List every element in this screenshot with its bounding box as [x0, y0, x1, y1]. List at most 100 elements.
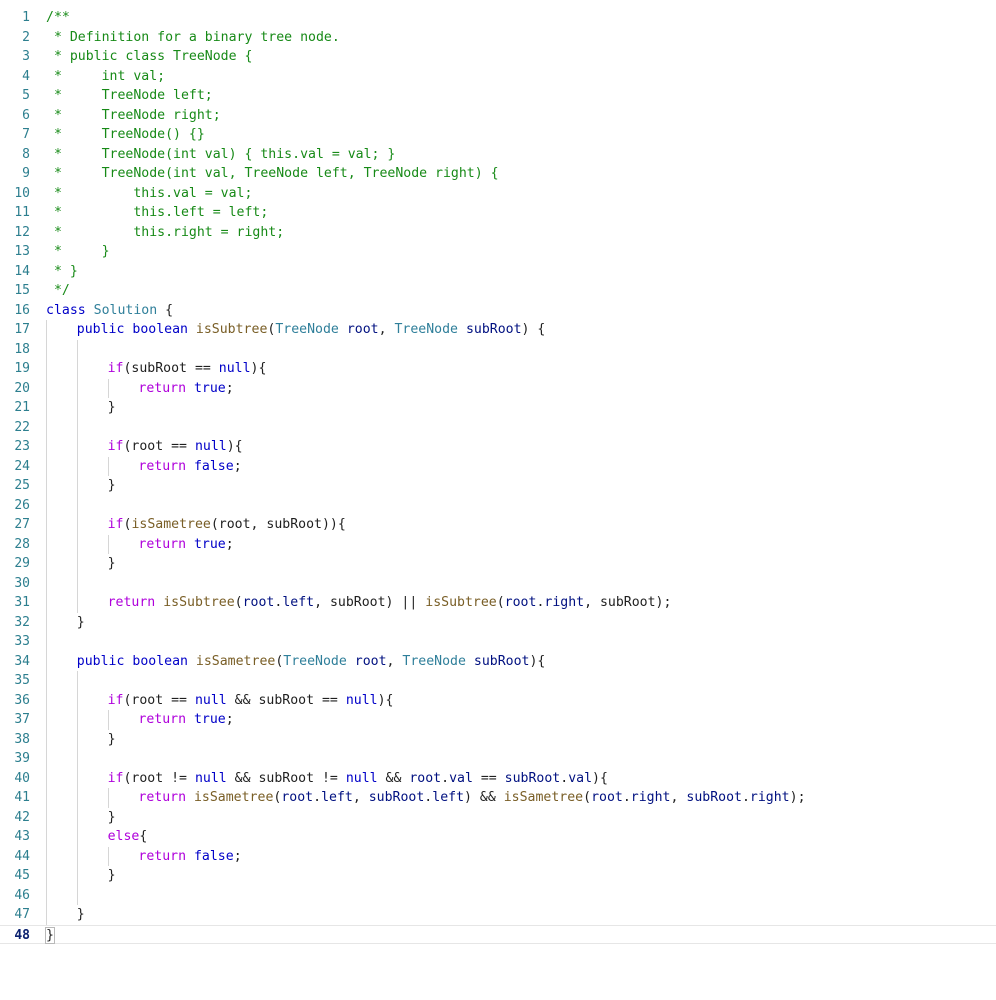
code-token: return: [138, 380, 187, 396]
indent-guide: [46, 768, 47, 788]
code-line[interactable]: 8 * TreeNode(int val) { this.val = val; …: [0, 145, 996, 165]
code-line[interactable]: 26: [0, 495, 996, 515]
code-line[interactable]: 31 return isSubtree(root.left, subRoot) |…: [0, 593, 996, 613]
code-line[interactable]: 47}: [0, 905, 996, 925]
code-line[interactable]: 34 public boolean isSametree(TreeNode roo…: [0, 651, 996, 671]
code-line[interactable]: 7 * TreeNode() {}: [0, 125, 996, 145]
indent-guide: [76, 456, 78, 476]
code-line[interactable]: 42}: [0, 807, 996, 827]
code-line[interactable]: 43 else{: [0, 827, 996, 847]
code-line[interactable]: 13 * }: [0, 242, 996, 262]
code-line[interactable]: 27 if(isSametree(root, subRoot)){: [0, 515, 996, 535]
code-line[interactable]: 9 * TreeNode(int val, TreeNode left, Tre…: [0, 164, 996, 184]
code-line[interactable]: 22: [0, 417, 996, 437]
code-line[interactable]: 40 if(root != null && subRoot != null && …: [0, 768, 996, 788]
code-line[interactable]: 17 public boolean isSubtree(TreeNode root…: [0, 320, 996, 340]
code-line[interactable]: 21}: [0, 398, 996, 418]
code-line[interactable]: 19 if(subRoot == null){: [0, 359, 996, 379]
code-line[interactable]: 33: [0, 632, 996, 652]
code-line[interactable]: 4 * int val;: [0, 67, 996, 87]
code-line[interactable]: 48}: [0, 924, 996, 944]
code-token: .: [313, 790, 322, 805]
code-line[interactable]: 14 * }: [0, 262, 996, 282]
code-line[interactable]: 36 if(root == null && subRoot == null){: [0, 690, 996, 710]
code-line[interactable]: 5 * TreeNode left;: [0, 86, 996, 106]
code-token: true: [193, 380, 226, 396]
code-token: ;: [225, 712, 234, 727]
code-token: {: [157, 302, 174, 318]
code-text: * this.val = val;: [46, 184, 253, 204]
code-line[interactable]: 1 /**: [0, 8, 996, 28]
code-line[interactable]: 20 return true;: [0, 378, 996, 398]
code-token: if: [107, 770, 124, 786]
code-token: left: [321, 790, 353, 805]
code-token: right: [630, 790, 671, 805]
code-token: }: [107, 731, 116, 747]
code-line[interactable]: 45}: [0, 866, 996, 886]
code-line[interactable]: 39: [0, 749, 996, 769]
indent-guide: [46, 320, 47, 340]
code-token: .: [622, 790, 631, 805]
code-token: (root !=: [123, 770, 195, 786]
indent-guide: [76, 515, 78, 535]
code-line[interactable]: 29}: [0, 554, 996, 574]
indent-guide: [46, 495, 47, 515]
code-token: return: [138, 712, 187, 727]
indent-guide: [46, 612, 47, 632]
code-line[interactable]: 32}: [0, 612, 996, 632]
code-token: if: [107, 439, 124, 454]
code-token: root: [281, 790, 314, 805]
line-number: 8: [22, 146, 30, 162]
indent-guide: [107, 710, 109, 730]
code-line[interactable]: 2 * Definition for a binary tree node.: [0, 28, 996, 48]
code-token: null: [218, 361, 251, 376]
code-token: null: [194, 439, 227, 454]
code-token: isSametree: [503, 790, 584, 805]
code-line[interactable]: 6 * TreeNode right;: [0, 106, 996, 126]
code-token: &&: [377, 770, 410, 786]
code-line[interactable]: 16 class Solution {: [0, 301, 996, 321]
code-line[interactable]: 11 * this.left = left;: [0, 203, 996, 223]
line-number: 34: [14, 653, 30, 669]
code-line[interactable]: 41 return isSametree(root.left, subRoot.l…: [0, 788, 996, 808]
code-token: ){: [529, 653, 546, 669]
code-token: (root ==: [123, 439, 195, 454]
code-line[interactable]: 10 * this.val = val;: [0, 184, 996, 204]
line-number: 4: [22, 68, 30, 84]
code-line[interactable]: 24 return false;: [0, 456, 996, 476]
line-number: 3: [22, 49, 30, 64]
code-token: Solution: [93, 302, 158, 318]
code-token: true: [193, 536, 226, 552]
code-token: if: [107, 517, 124, 532]
indent-guide: [76, 807, 78, 827]
line-number: 32: [14, 614, 30, 630]
code-line[interactable]: 15 */: [0, 281, 996, 301]
code-token: ;: [225, 380, 234, 396]
code-line[interactable]: 12 * this.right = right;: [0, 223, 996, 243]
line-number: 6: [22, 107, 30, 123]
code-line[interactable]: 44 return false;: [0, 846, 996, 866]
code-line[interactable]: 30: [0, 573, 996, 593]
code-token: ,: [378, 322, 395, 337]
code-editor[interactable]: 1 /** 2 * Definition for a binary tree nod…: [0, 8, 996, 1000]
indent-guide: [76, 866, 78, 886]
code-token: ) &&: [464, 790, 504, 805]
code-line[interactable]: 46: [0, 885, 996, 905]
code-token: * this.val = val;: [46, 185, 253, 201]
code-line[interactable]: 18: [0, 339, 996, 359]
code-line[interactable]: 35: [0, 671, 996, 691]
code-line[interactable]: 3 * public class TreeNode {: [0, 47, 996, 67]
line-number: 27: [14, 517, 30, 532]
code-line[interactable]: 38}: [0, 729, 996, 749]
code-line[interactable]: 23 if(root == null){: [0, 437, 996, 457]
indent-guide: [46, 671, 47, 691]
code-line[interactable]: 25}: [0, 476, 996, 496]
code-line[interactable]: 28 return true;: [0, 534, 996, 554]
line-number: 47: [14, 907, 30, 922]
code-line[interactable]: 37 return true;: [0, 710, 996, 730]
code-token: ,: [386, 653, 403, 669]
code-text: * int val;: [46, 67, 165, 87]
indent-guide: [76, 573, 78, 593]
